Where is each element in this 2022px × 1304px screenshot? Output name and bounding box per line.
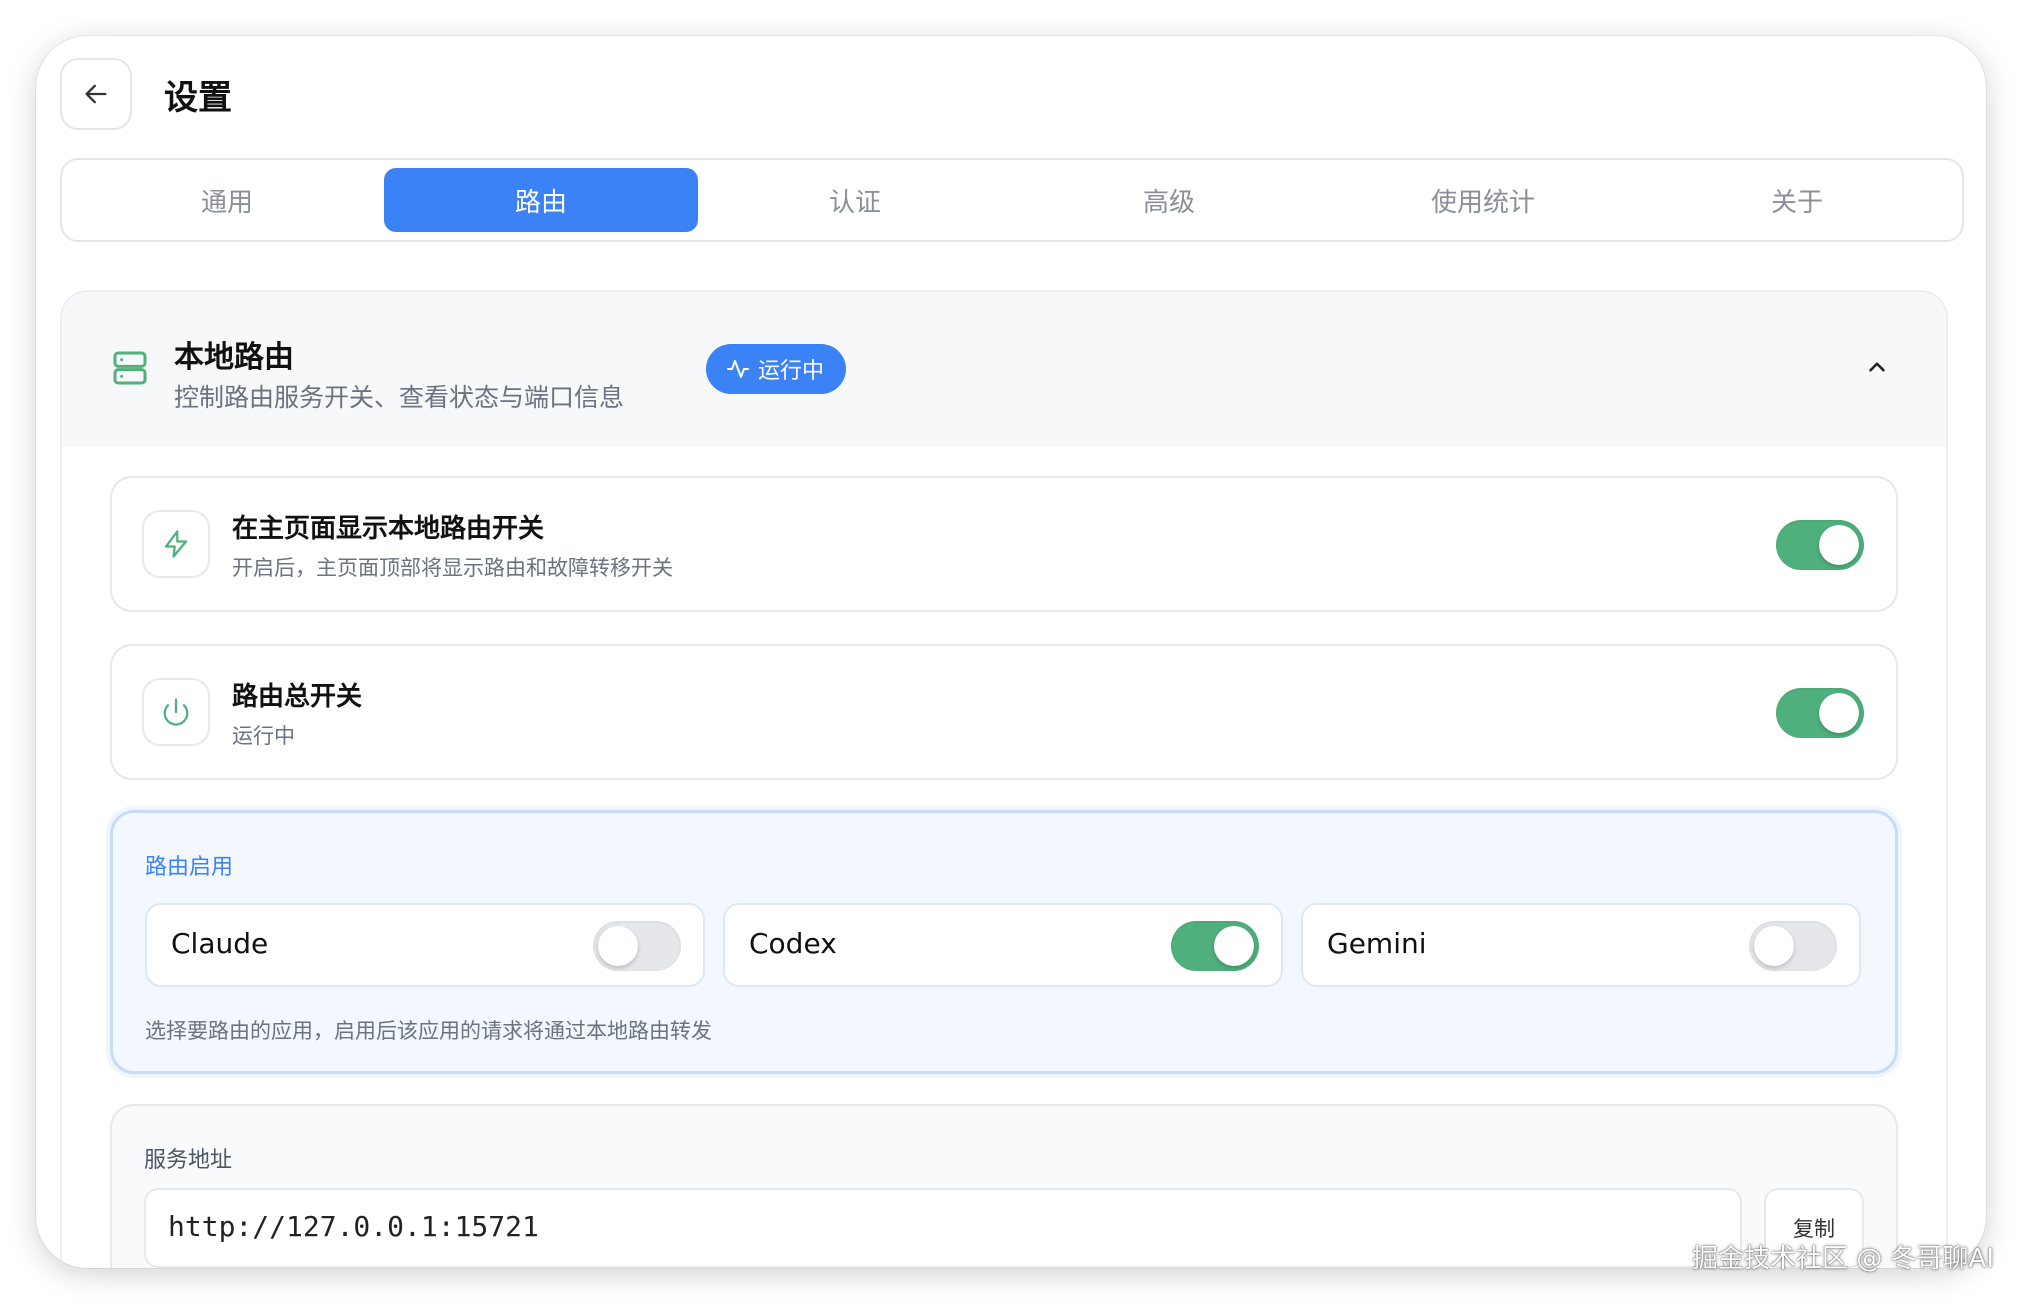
setting-title: 路由总开关 [232, 682, 363, 712]
tab-usage-stats[interactable]: 使用统计 [1326, 168, 1640, 232]
tab-advanced[interactable]: 高级 [1012, 168, 1326, 232]
status-badge-label: 运行中 [758, 359, 825, 384]
service-address-field[interactable]: http://127.0.0.1:15721 [144, 1188, 1742, 1268]
toggle-knob [1214, 926, 1254, 966]
master-switch-toggle[interactable] [1776, 688, 1864, 738]
toggle-knob [598, 926, 638, 966]
tab-routing[interactable]: 路由 [384, 168, 698, 232]
app-name: Codex [749, 927, 837, 960]
back-button[interactable] [60, 58, 132, 130]
watermark: 掘金技术社区 @ 冬哥聊AI [1692, 1244, 1994, 1274]
power-icon [142, 678, 210, 746]
claude-toggle[interactable] [593, 921, 681, 971]
app-card-codex: Codex [723, 903, 1283, 987]
toggle-knob [1819, 525, 1859, 565]
tab-general[interactable]: 通用 [70, 168, 384, 232]
app-name: Claude [171, 927, 269, 960]
section-title: 本地路由 [174, 340, 294, 375]
show-routing-toggle-setting: 在主页面显示本地路由开关 开启后，主页面顶部将显示路由和故障转移开关 [110, 476, 1898, 612]
setting-title: 在主页面显示本地路由开关 [232, 514, 545, 544]
master-switch-setting: 路由总开关 运行中 [110, 644, 1898, 780]
setting-desc: 开启后，主页面顶部将显示路由和故障转移开关 [232, 556, 673, 580]
codex-toggle[interactable] [1171, 921, 1259, 971]
tab-about[interactable]: 关于 [1640, 168, 1954, 232]
service-address-label: 服务地址 [144, 1148, 233, 1173]
app-card-gemini: Gemini [1301, 903, 1861, 987]
toggle-knob [1754, 926, 1794, 966]
routing-apps-label: 路由启用 [145, 855, 234, 880]
gemini-toggle[interactable] [1749, 921, 1837, 971]
routing-apps-hint: 选择要路由的应用，启用后该应用的请求将通过本地路由转发 [145, 1019, 712, 1043]
toggle-knob [1819, 693, 1859, 733]
setting-desc: 运行中 [232, 724, 295, 748]
page-title: 设置 [164, 78, 232, 118]
server-icon [110, 348, 150, 392]
service-address-box: 服务地址 http://127.0.0.1:15721 复制 [110, 1104, 1898, 1268]
panel-header[interactable]: 本地路由 控制路由服务开关、查看状态与端口信息 运行中 [62, 292, 1946, 446]
app-card-claude: Claude [145, 903, 705, 987]
status-badge: 运行中 [706, 344, 847, 394]
section-subtitle: 控制路由服务开关、查看状态与端口信息 [174, 383, 625, 412]
routing-apps-box: 路由启用 Claude Codex Gemini 选择要路由的应用，启用后该应用… [110, 810, 1898, 1074]
chevron-up-icon[interactable] [1864, 354, 1890, 384]
local-routing-panel: 本地路由 控制路由服务开关、查看状态与端口信息 运行中 在主页面显示本地路由开关 [60, 290, 1948, 1268]
settings-window: 设置 通用 路由 认证 高级 使用统计 关于 本地路由 控制路由服务开关、查看状… [36, 36, 1986, 1268]
app-name: Gemini [1327, 927, 1427, 960]
activity-icon [727, 360, 749, 378]
lightning-icon [142, 510, 210, 578]
arrow-left-icon [85, 84, 107, 104]
tab-auth[interactable]: 认证 [698, 168, 1012, 232]
settings-tabs: 通用 路由 认证 高级 使用统计 关于 [60, 158, 1964, 242]
show-routing-toggle[interactable] [1776, 520, 1864, 570]
